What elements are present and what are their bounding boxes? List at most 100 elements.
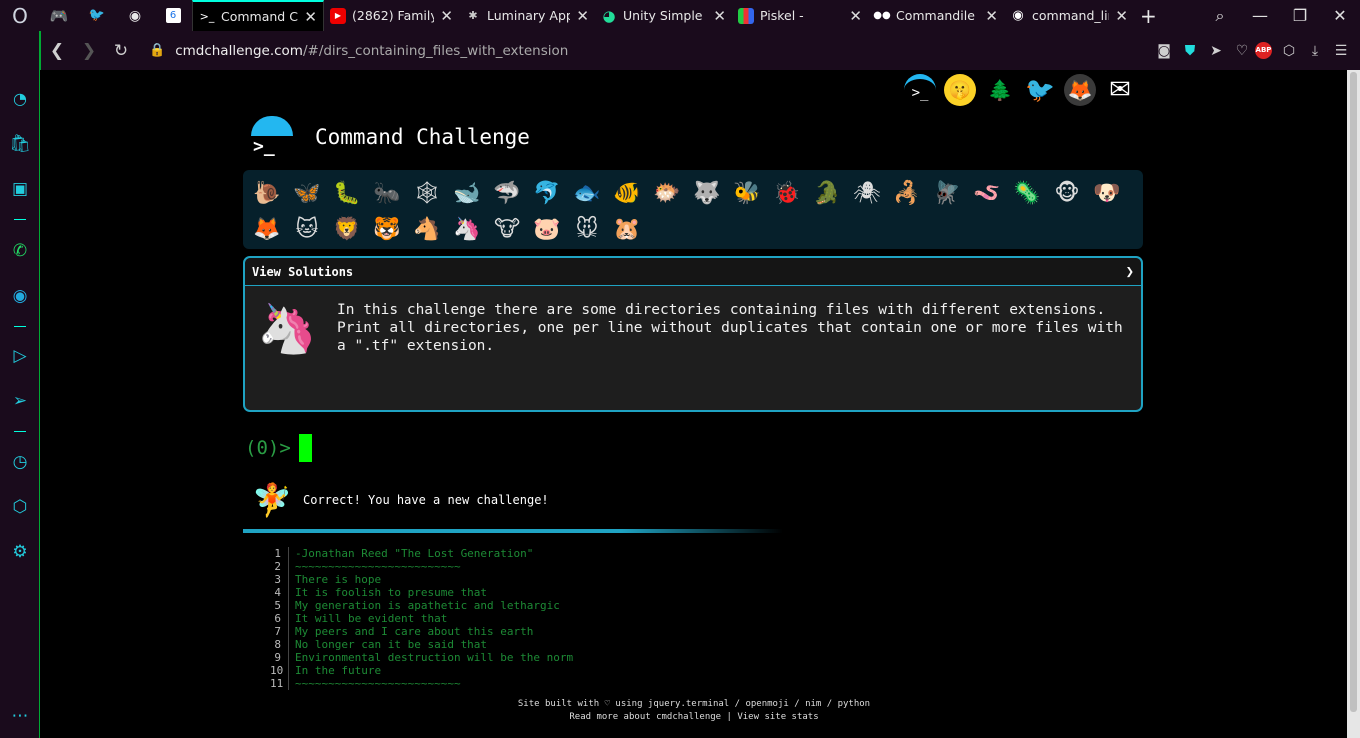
cube-icon[interactable]: ⬡ bbox=[1276, 43, 1302, 59]
shopping-icon[interactable]: 🛍 bbox=[0, 134, 40, 154]
adblock-icon[interactable]: ABP bbox=[1255, 42, 1272, 59]
line-number: 1 bbox=[270, 547, 289, 560]
dolphin-icon[interactable]: 🐬 bbox=[527, 175, 567, 211]
spider-icon[interactable]: 🕷 bbox=[847, 175, 887, 211]
fox-icon[interactable]: 🦊 bbox=[247, 211, 287, 247]
tab-pinned-calendar[interactable]: 6 bbox=[154, 0, 192, 31]
snail-icon[interactable]: 🐌 bbox=[247, 175, 287, 211]
player-icon[interactable]: ▷ bbox=[0, 346, 40, 366]
envelope-icon[interactable]: ✉ bbox=[1104, 74, 1136, 106]
tree-icon[interactable]: 🌲 bbox=[984, 74, 1016, 106]
wolf-icon[interactable]: 🐺 bbox=[687, 175, 727, 211]
twitter-icon[interactable]: ◉ bbox=[0, 286, 40, 306]
horse-icon[interactable]: 🐴 bbox=[407, 211, 447, 247]
poem-output: 1 -Jonathan Reed "The Lost Generation" 2 ~~… bbox=[270, 547, 573, 690]
minimize-icon[interactable]: — bbox=[1240, 6, 1280, 25]
heart-icon[interactable]: ♡ bbox=[1229, 43, 1255, 59]
tab-pinned-bird[interactable]: 🐦 bbox=[78, 0, 116, 31]
restore-icon[interactable]: ❐ bbox=[1280, 6, 1320, 25]
cow-icon[interactable]: 🐮 bbox=[487, 211, 527, 247]
shark-icon[interactable]: 🦈 bbox=[487, 175, 527, 211]
twitter-icon[interactable]: 🐦 bbox=[1024, 74, 1056, 106]
scorpion-icon[interactable]: 🦂 bbox=[887, 175, 927, 211]
send-icon[interactable]: ➤ bbox=[1203, 43, 1229, 59]
mouse-icon[interactable]: 🐭 bbox=[567, 211, 607, 247]
close-tab-icon[interactable]: ✕ bbox=[576, 7, 589, 25]
fly-icon[interactable]: 🪰 bbox=[927, 175, 967, 211]
line-text: It is foolish to presume that bbox=[295, 586, 488, 599]
close-tab-icon[interactable]: ✕ bbox=[440, 7, 453, 25]
reload-button[interactable]: ↻ bbox=[105, 41, 137, 61]
new-tab-button[interactable]: + bbox=[1134, 0, 1166, 31]
unicorn-icon[interactable]: 🦄 bbox=[447, 211, 487, 247]
tropical-fish-icon[interactable]: 🐠 bbox=[607, 175, 647, 211]
tab-piskel[interactable]: Piskel - ✕ bbox=[732, 0, 868, 31]
blowfish-icon[interactable]: 🐡 bbox=[647, 175, 687, 211]
challenge-description: In this challenge there are some directo… bbox=[337, 302, 1123, 354]
tab-pinned-gamepad[interactable]: 🎮 bbox=[40, 0, 78, 31]
pig-icon[interactable]: 🐷 bbox=[527, 211, 567, 247]
scrollbar-thumb[interactable] bbox=[1350, 72, 1357, 712]
ladybug-icon[interactable]: 🐞 bbox=[767, 175, 807, 211]
gitlab-icon[interactable]: 🦊 bbox=[1064, 74, 1096, 106]
more-icon[interactable]: ⋯ bbox=[0, 706, 40, 726]
whatsapp-icon[interactable]: ✆ bbox=[0, 241, 40, 261]
footer-credits[interactable]: Site built with ♡ using jquery.terminal … bbox=[41, 698, 1347, 711]
microbe-icon[interactable]: 🦠 bbox=[1007, 175, 1047, 211]
menu-icon[interactable]: ☰ bbox=[1328, 43, 1354, 59]
site-title[interactable]: Command Challenge bbox=[315, 125, 530, 149]
back-button[interactable]: ❮ bbox=[41, 41, 73, 61]
shushing-face-icon[interactable]: 🤫 bbox=[944, 74, 976, 106]
hamster-icon[interactable]: 🐹 bbox=[607, 211, 647, 247]
butterfly-icon[interactable]: 🦋 bbox=[287, 175, 327, 211]
whale-icon[interactable]: 🐋 bbox=[447, 175, 487, 211]
download-icon[interactable]: ⤓ bbox=[1302, 43, 1328, 59]
ant-icon[interactable]: 🐜 bbox=[367, 175, 407, 211]
settings-icon[interactable]: ⚙ bbox=[0, 542, 40, 562]
shield-icon[interactable]: ⛊ bbox=[1177, 43, 1203, 59]
close-tab-icon[interactable]: ✕ bbox=[1115, 7, 1128, 25]
cmdchallenge-logo-icon[interactable]: >_ bbox=[904, 74, 936, 106]
worm-icon[interactable]: 🪱 bbox=[967, 175, 1007, 211]
close-tab-icon[interactable]: ✕ bbox=[849, 7, 862, 25]
bee-icon[interactable]: 🐝 bbox=[727, 175, 767, 211]
terminal-prompt[interactable]: (0)> bbox=[245, 434, 312, 462]
twitch-icon[interactable]: ▣ bbox=[0, 179, 40, 199]
tab-pinned-github[interactable]: ◉ bbox=[116, 0, 154, 31]
view-solutions-header[interactable]: View Solutions ❯ bbox=[245, 258, 1141, 286]
scrollbar[interactable] bbox=[1347, 70, 1360, 738]
footer-links[interactable]: Read more about cmdchallenge | View site… bbox=[41, 711, 1347, 724]
tab-github-command-line[interactable]: ◉ command_line ✕ bbox=[1004, 0, 1134, 31]
forward-button[interactable]: ❯ bbox=[73, 41, 105, 61]
caterpillar-icon[interactable]: 🐛 bbox=[327, 175, 367, 211]
url-field[interactable]: cmdchallenge.com/#/dirs_containing_files… bbox=[175, 43, 1151, 59]
close-tab-icon[interactable]: ✕ bbox=[713, 7, 726, 25]
github-icon: ◉ bbox=[128, 7, 142, 24]
tab-command-challenge[interactable]: >_ Command Cha ✕ bbox=[192, 0, 324, 31]
site-logo-icon[interactable]: >_ bbox=[247, 114, 293, 160]
camera-icon[interactable]: ◙ bbox=[1151, 43, 1177, 59]
tab-youtube[interactable]: ▶ (2862) Family G ✕ bbox=[324, 0, 459, 31]
fish-icon[interactable]: 🐟 bbox=[567, 175, 607, 211]
search-tabs-icon[interactable]: ⌕ bbox=[1200, 6, 1240, 26]
speed-dial-icon[interactable]: ◔ bbox=[0, 89, 40, 108]
history-icon[interactable]: ◷ bbox=[0, 452, 40, 472]
monkey-icon[interactable]: 🐵 bbox=[1047, 175, 1087, 211]
send-icon[interactable]: ➢ bbox=[0, 391, 40, 411]
extensions-icon[interactable]: ⬡ bbox=[0, 497, 40, 517]
cat-icon[interactable]: 🐱 bbox=[287, 211, 327, 247]
tiger-icon[interactable]: 🐯 bbox=[367, 211, 407, 247]
tab-unity[interactable]: ◕ Unity Simple 2D ✕ bbox=[595, 0, 732, 31]
spider-web-icon[interactable]: 🕸 bbox=[407, 175, 447, 211]
opera-logo-icon[interactable]: O bbox=[0, 0, 40, 31]
crocodile-icon[interactable]: 🐊 bbox=[807, 175, 847, 211]
tab-luminary[interactable]: ✱ Luminary Apps ✕ bbox=[459, 0, 595, 31]
lock-icon[interactable]: 🔒 bbox=[149, 43, 165, 58]
close-tab-icon[interactable]: ✕ bbox=[985, 7, 998, 25]
unity-icon: ◕ bbox=[602, 6, 616, 25]
tab-medium[interactable]: ●● Commandile C ✕ bbox=[868, 0, 1004, 31]
close-window-icon[interactable]: ✕ bbox=[1320, 6, 1360, 25]
lion-icon[interactable]: 🦁 bbox=[327, 211, 367, 247]
close-tab-icon[interactable]: ✕ bbox=[304, 8, 317, 26]
dog-icon[interactable]: 🐶 bbox=[1087, 175, 1127, 211]
